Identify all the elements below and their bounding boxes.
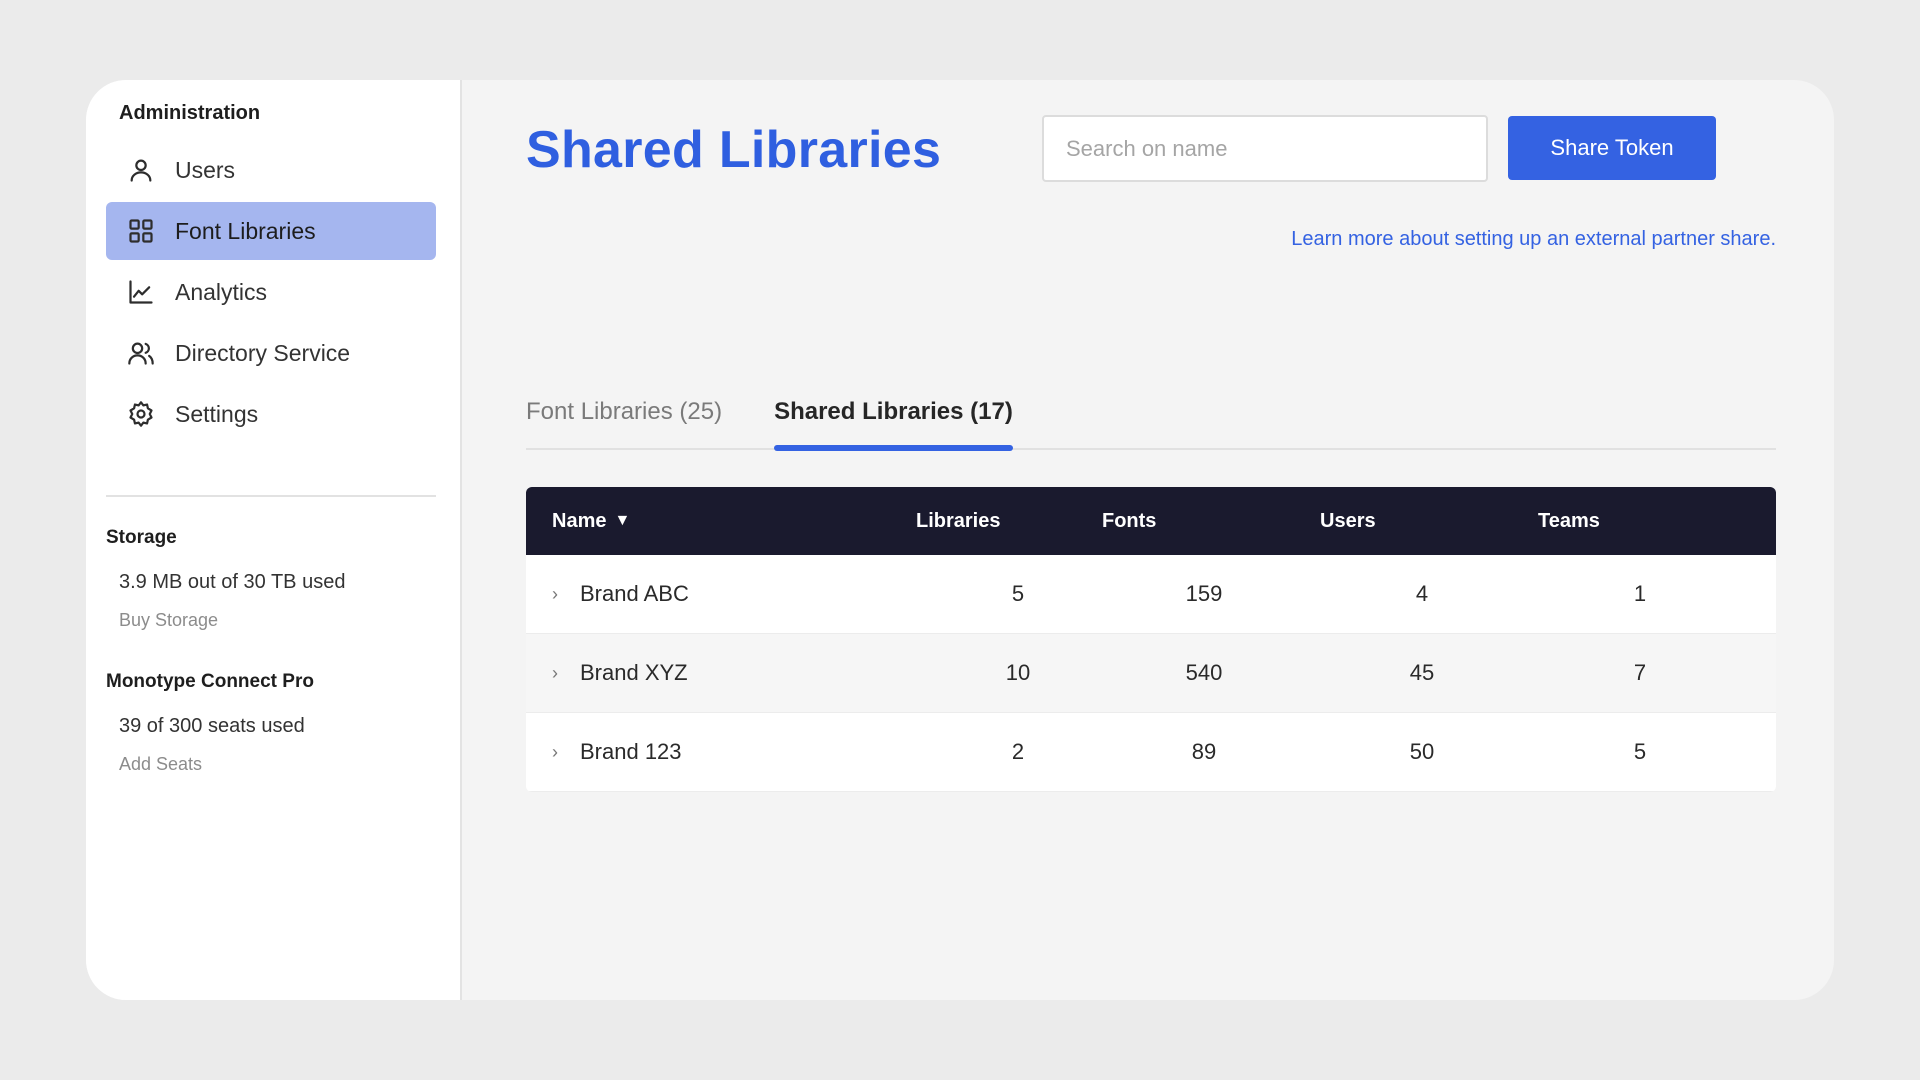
page-title: Shared Libraries: [526, 121, 942, 179]
row-fonts: 159: [1185, 581, 1223, 606]
chevron-right-icon[interactable]: ›: [552, 584, 570, 605]
row-libraries: 5: [1011, 581, 1025, 606]
users-group-icon: [127, 339, 155, 367]
row-libraries: 2: [1011, 739, 1025, 764]
sidebar-item-label: Font Libraries: [175, 217, 316, 244]
table-header: Name ▼ Libraries Fonts Users Teams: [526, 487, 1776, 555]
sidebar-divider: [106, 495, 436, 497]
sidebar-item-settings[interactable]: Settings: [106, 385, 436, 443]
chevron-right-icon[interactable]: ›: [552, 742, 570, 763]
column-header-label: Name: [552, 509, 607, 532]
table-row[interactable]: › Brand ABC 5 159 4 1: [526, 555, 1776, 634]
buy-storage-link[interactable]: Buy Storage: [106, 610, 436, 631]
column-header-fonts[interactable]: Fonts: [1086, 510, 1304, 533]
row-users: 4: [1415, 581, 1429, 606]
row-name: Brand XYZ: [580, 660, 688, 685]
table-row[interactable]: › Brand XYZ 10 540 45 7: [526, 634, 1776, 713]
sort-down-icon: ▼: [614, 512, 631, 529]
sidebar-item-directory-service[interactable]: Directory Service: [106, 324, 436, 382]
tab-font-libraries[interactable]: Font Libraries (25): [526, 378, 722, 448]
row-name-cell: › Brand 123: [526, 739, 866, 765]
sidebar-item-label: Directory Service: [175, 339, 351, 366]
learn-more-link[interactable]: Learn more about setting up an external …: [1291, 228, 1776, 251]
sidebar-item-label: Analytics: [175, 278, 268, 305]
user-icon: [127, 156, 155, 184]
row-fonts: 540: [1185, 660, 1223, 685]
column-header-libraries[interactable]: Libraries: [866, 510, 1086, 533]
sidebar-item-analytics[interactable]: Analytics: [106, 263, 436, 321]
row-teams: 5: [1633, 739, 1647, 764]
shared-libraries-table: Name ▼ Libraries Fonts Users Teams › Bra…: [526, 487, 1776, 792]
app-window: Administration Users Font Libraries Anal…: [86, 80, 1834, 1000]
tab-shared-libraries[interactable]: Shared Libraries (17): [774, 378, 1013, 451]
table-row[interactable]: › Brand 123 2 89 50 5: [526, 713, 1776, 792]
grid-icon: [127, 217, 155, 245]
column-header-users[interactable]: Users: [1304, 510, 1522, 533]
row-users: 50: [1409, 739, 1435, 764]
seats-usage: 39 of 300 seats used: [119, 715, 305, 737]
column-header-name[interactable]: Name ▼: [526, 510, 866, 533]
row-libraries: 10: [1005, 660, 1031, 685]
column-header-teams[interactable]: Teams: [1522, 510, 1740, 533]
tab-bar: Font Libraries (25) Shared Libraries (17…: [526, 378, 1776, 451]
row-name: Brand 123: [580, 739, 682, 764]
gear-icon: [127, 400, 155, 428]
sidebar-item-font-libraries[interactable]: Font Libraries: [106, 202, 436, 260]
sidebar-heading: Administration: [119, 102, 261, 124]
sidebar-item-users[interactable]: Users: [106, 141, 436, 199]
row-name-cell: › Brand XYZ: [526, 660, 866, 686]
search-input[interactable]: [1042, 115, 1488, 182]
row-fonts: 89: [1191, 739, 1217, 764]
row-users: 45: [1409, 660, 1435, 685]
row-name: Brand ABC: [580, 581, 689, 606]
sidebar-item-label: Users: [175, 156, 236, 183]
row-teams: 1: [1633, 581, 1647, 606]
add-seats-link[interactable]: Add Seats: [106, 754, 436, 775]
storage-title: Storage: [106, 527, 177, 548]
sidebar: Administration Users Font Libraries Anal…: [86, 80, 462, 1000]
main-content: Shared Libraries Share Token Learn more …: [462, 80, 1834, 1000]
line-chart-icon: [127, 278, 155, 306]
share-token-button[interactable]: Share Token: [1508, 116, 1716, 180]
sidebar-item-label: Settings: [175, 400, 259, 427]
row-teams: 7: [1633, 660, 1647, 685]
row-name-cell: › Brand ABC: [526, 581, 866, 607]
connect-title: Monotype Connect Pro: [106, 671, 314, 692]
storage-usage: 3.9 MB out of 30 TB used: [119, 571, 346, 593]
chevron-right-icon[interactable]: ›: [552, 663, 570, 684]
